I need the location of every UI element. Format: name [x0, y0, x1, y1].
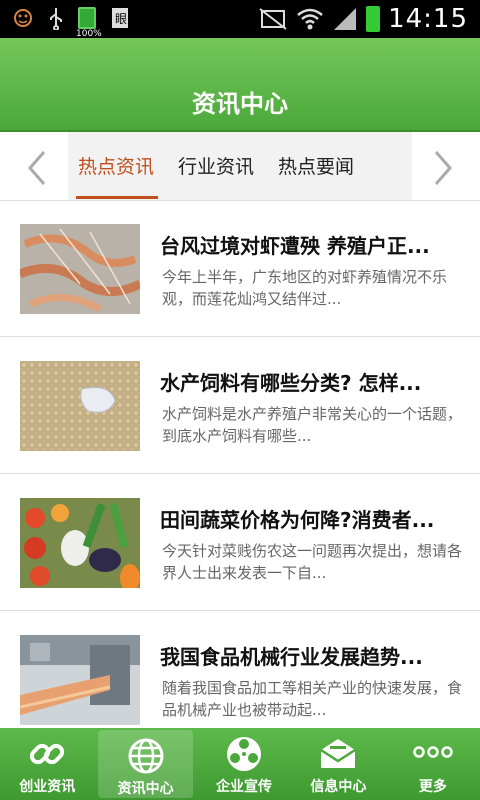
status-bar: 100% 眼 14:15: [0, 0, 480, 39]
more-dots-icon: [413, 734, 453, 774]
article-summary: 今年上半年，广东地区的对虾养殖情况不乐观，而莲花灿鸿又结伴过...: [162, 268, 448, 308]
tab-headlines[interactable]: 热点要闻: [278, 152, 354, 179]
nav-label: 企业宣传: [216, 779, 273, 795]
chevron-left-icon[interactable]: [22, 150, 52, 185]
article-thumbnail: [20, 224, 140, 314]
article-title[interactable]: 水产饲料有哪些分类? 怎样...: [160, 367, 460, 396]
nav-company-promo[interactable]: 企业宣传: [197, 728, 291, 800]
article-thumbnail: [20, 635, 140, 725]
article-title[interactable]: 我国食品机械行业发展趋势...: [160, 641, 460, 670]
tab-industry-news[interactable]: 行业资讯: [178, 152, 254, 179]
tab-hot-news[interactable]: 热点资讯: [78, 152, 154, 179]
nav-label: 资讯中心: [117, 781, 174, 797]
clock: 14:15: [388, 4, 468, 34]
battery-icon: 100%: [76, 7, 102, 39]
globe-icon: [126, 736, 166, 776]
face-icon: [12, 7, 34, 29]
app-header: 资讯中心: [0, 38, 480, 132]
nav-info-center[interactable]: 信息中心: [291, 728, 385, 800]
nav-startup-news[interactable]: 创业资讯: [0, 728, 94, 800]
article-thumbnail: [20, 361, 140, 451]
article-summary: 随着我国食品加工等相关产业的快速发展，食品机械产业也被带动起...: [162, 679, 463, 719]
envelope-icon: [318, 734, 358, 774]
nav-label: 更多: [418, 779, 447, 795]
nav-label: 信息中心: [310, 779, 367, 795]
svg-text:眼: 眼: [115, 12, 127, 26]
article-title[interactable]: 田间蔬菜价格为何降?消费者...: [160, 504, 460, 533]
tab-active-indicator: [76, 196, 158, 199]
link-icon: [27, 734, 67, 774]
page-title: 资讯中心: [192, 90, 288, 118]
bottom-navigation: 创业资讯 资讯中心 企业宣传 信息中心 更多: [0, 728, 480, 800]
signal-icon: [332, 6, 358, 32]
article-list: 台风过境对虾遭殃 养殖户正... 今年上半年，广东地区的对虾养殖情况不乐观，而莲…: [0, 200, 480, 748]
doc-icon: 眼: [110, 6, 132, 30]
list-item[interactable]: 台风过境对虾遭殃 养殖户正... 今年上半年，广东地区的对虾养殖情况不乐观，而莲…: [0, 200, 480, 337]
article-thumbnail: [20, 498, 140, 588]
list-item[interactable]: 水产饲料有哪些分类? 怎样... 水产饲料是水产养殖户非常关心的一个话题，到底水…: [0, 337, 480, 474]
category-tabs: 热点资讯 行业资讯 热点要闻: [0, 132, 480, 201]
mute-icon: [258, 7, 288, 31]
wifi-icon: [296, 6, 324, 32]
film-reel-icon: [224, 734, 264, 774]
article-summary: 水产饲料是水产养殖户非常关心的一个话题，到底水产饲料有哪些...: [162, 405, 463, 445]
article-summary: 今天针对菜贱伤农这一问题再次提出，想请各界人士出来发表一下自...: [162, 542, 463, 582]
nav-label: 创业资讯: [19, 779, 76, 795]
nav-more[interactable]: 更多: [386, 728, 480, 800]
article-title[interactable]: 台风过境对虾遭殃 养殖户正...: [160, 230, 460, 259]
list-item[interactable]: 田间蔬菜价格为何降?消费者... 今天针对菜贱伤农这一问题再次提出，想请各界人士…: [0, 474, 480, 611]
chevron-right-icon[interactable]: [428, 150, 458, 185]
usb-icon: [48, 6, 64, 30]
battery-icon: [366, 6, 381, 32]
nav-news-center[interactable]: 资讯中心: [98, 730, 193, 798]
